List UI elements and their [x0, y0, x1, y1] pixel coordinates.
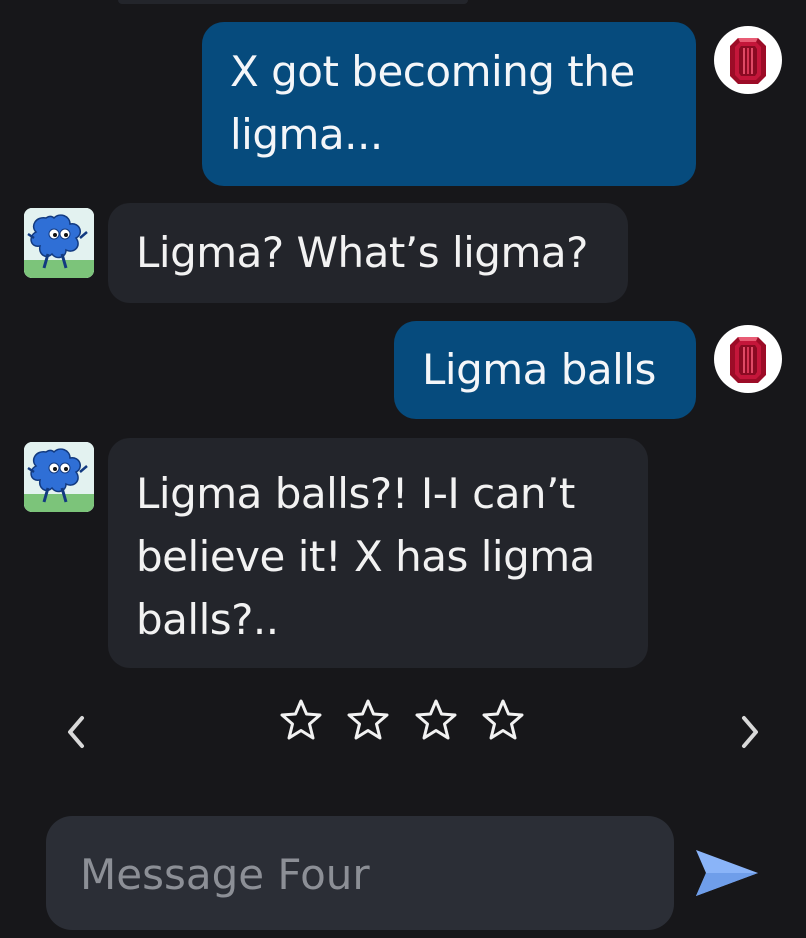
previous-response-button[interactable]: [56, 708, 96, 756]
next-response-button[interactable]: [730, 708, 770, 756]
send-arrow-icon: [696, 850, 758, 896]
user-avatar[interactable]: [714, 26, 782, 94]
star-rating: [278, 698, 526, 742]
chevron-left-icon: [68, 716, 84, 748]
bot-avatar[interactable]: [24, 208, 94, 278]
user-avatar[interactable]: [714, 325, 782, 393]
message-composer: [46, 816, 674, 930]
chevron-right-icon: [742, 716, 758, 748]
previous-message-edge: [118, 0, 468, 4]
message-text: Ligma? What’s ligma?: [136, 228, 588, 277]
star-icon[interactable]: [480, 698, 526, 742]
message-bubble-bot: Ligma balls?! I-I can’t believe it! X ha…: [108, 438, 648, 668]
chat-screen: X got becoming the ligma... Ligma? What’…: [0, 0, 806, 938]
message-text: Ligma balls?! I-I can’t believe it! X ha…: [136, 469, 595, 644]
message-bubble-user: Ligma balls: [394, 321, 696, 419]
message-text: Ligma balls: [422, 345, 656, 394]
star-icon[interactable]: [345, 698, 391, 742]
ruby-gem-icon: [730, 337, 766, 383]
message-bubble-user: X got becoming the ligma...: [202, 22, 696, 186]
four-character-icon: [24, 208, 94, 278]
send-button[interactable]: [694, 846, 760, 900]
bot-avatar[interactable]: [24, 442, 94, 512]
message-text: X got becoming the ligma...: [230, 47, 635, 159]
message-input[interactable]: [78, 838, 642, 910]
star-icon[interactable]: [413, 698, 459, 742]
four-character-icon: [24, 442, 94, 512]
message-bubble-bot: Ligma? What’s ligma?: [108, 203, 628, 303]
star-icon[interactable]: [278, 698, 324, 742]
ruby-gem-icon: [730, 38, 766, 84]
